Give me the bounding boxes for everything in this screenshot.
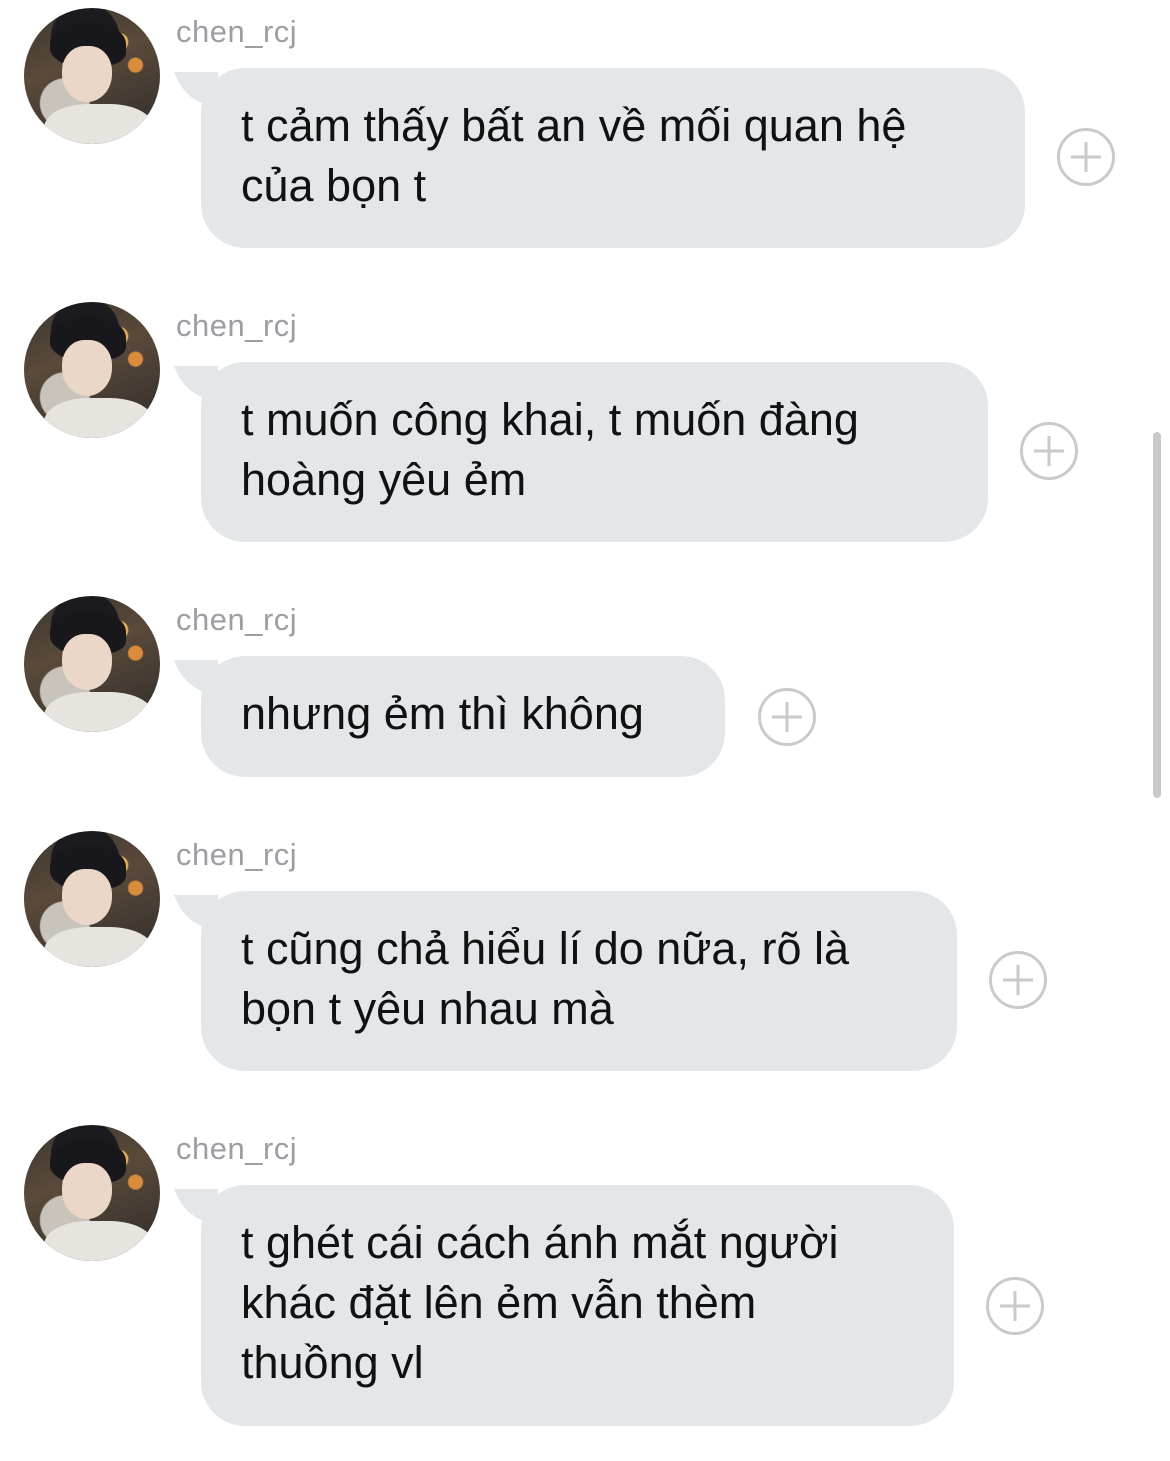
message-bubble[interactable]: t cảm thấy bất an về mối quan hệ của bọn…: [201, 68, 1025, 248]
add-reaction-icon[interactable]: [758, 688, 816, 746]
sender-username[interactable]: chen_rcj: [176, 837, 297, 873]
add-reaction-icon[interactable]: [1020, 422, 1078, 480]
add-reaction-icon[interactable]: [989, 951, 1047, 1009]
sender-username[interactable]: chen_rcj: [176, 14, 297, 50]
avatar[interactable]: [24, 831, 160, 967]
avatar[interactable]: [24, 596, 160, 732]
scrollbar[interactable]: [1153, 432, 1161, 798]
avatar[interactable]: [24, 1125, 160, 1261]
message-bubble[interactable]: t muốn công khai, t muốn đàng hoàng yêu …: [201, 362, 988, 542]
add-reaction-icon[interactable]: [986, 1277, 1044, 1335]
sender-username[interactable]: chen_rcj: [176, 602, 297, 638]
message-bubble[interactable]: t ghét cái cách ánh mắt người khác đặt l…: [201, 1185, 954, 1426]
sender-username[interactable]: chen_rcj: [176, 1131, 297, 1167]
message-bubble[interactable]: nhưng ẻm thì không: [201, 656, 725, 777]
avatar[interactable]: [24, 8, 160, 144]
avatar[interactable]: [24, 302, 160, 438]
message-bubble[interactable]: t cũng chả hiểu lí do nữa, rõ là bọn t y…: [201, 891, 957, 1071]
sender-username[interactable]: chen_rcj: [176, 308, 297, 344]
add-reaction-icon[interactable]: [1057, 128, 1115, 186]
